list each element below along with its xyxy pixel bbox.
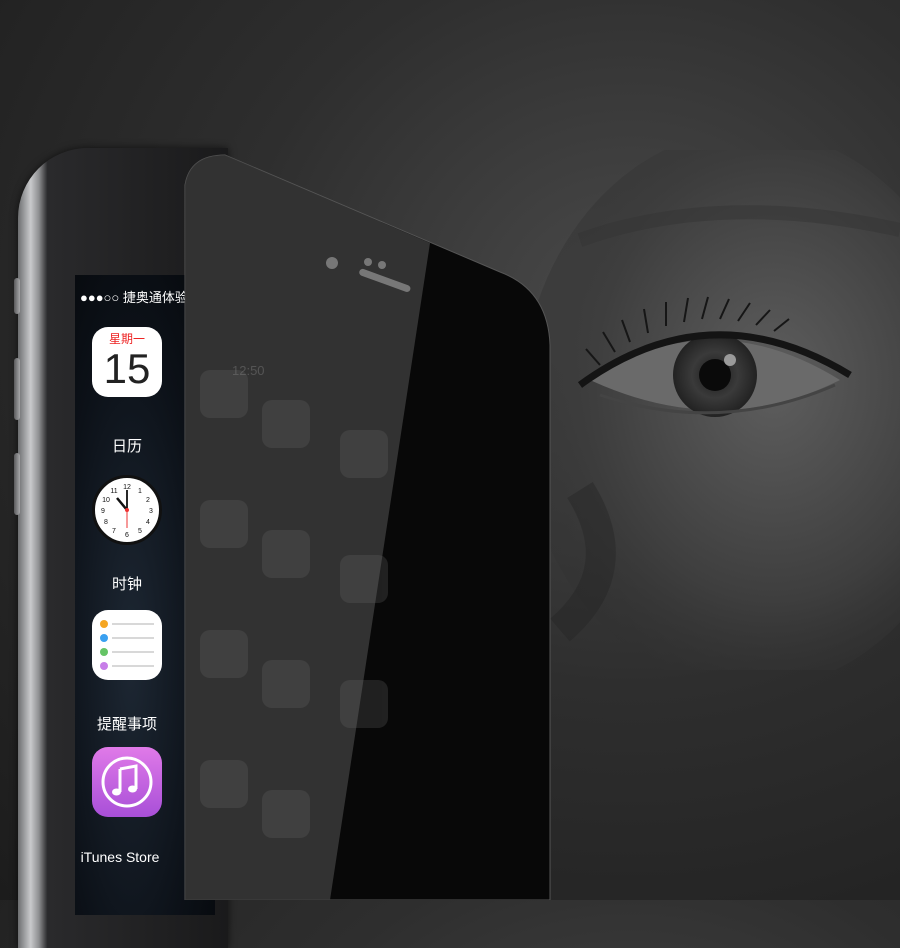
- svg-text:4: 4: [146, 519, 150, 526]
- svg-text:3: 3: [149, 508, 153, 515]
- svg-text:6: 6: [125, 532, 129, 539]
- carrier-name: 捷奥通体验: [122, 290, 188, 305]
- reminders-label: 提醒事项: [96, 716, 157, 733]
- signal-indicator: ●●●○○: [80, 290, 120, 305]
- svg-text:11: 11: [110, 488, 117, 495]
- ghost-time: 12:50: [232, 363, 265, 378]
- face-eye-background: [520, 150, 900, 670]
- svg-text:8: 8: [104, 519, 108, 526]
- home-screen: ●●●○○ 捷奥通体验 星期一 15 日历 12 1 2 3 45 6 78 9 10 11: [75, 275, 215, 915]
- mute-switch: [14, 278, 20, 314]
- sensor-cutout-right: [378, 261, 386, 269]
- clock-label: 时钟: [111, 576, 142, 593]
- svg-text:10: 10: [102, 497, 110, 504]
- volume-up-button: [14, 358, 20, 420]
- calendar-label: 日历: [111, 438, 142, 455]
- reminders-icon[interactable]: [92, 610, 162, 680]
- volume-down-button: [14, 453, 20, 515]
- front-camera-cutout: [326, 257, 338, 269]
- svg-text:1: 1: [138, 488, 142, 495]
- product-scene: ●●●○○ 捷奥通体验 星期一 15 日历 12 1 2 3 45 6 78 9 10 11: [0, 0, 900, 948]
- itunes-label: iTunes Store: [80, 849, 160, 865]
- speaker-cutout: [359, 268, 411, 293]
- itunes-icon[interactable]: [92, 747, 162, 817]
- clock-icon[interactable]: 12 1 2 3 45 6 78 9 10 11: [92, 475, 162, 545]
- svg-text:5: 5: [138, 528, 142, 535]
- svg-text:2: 2: [146, 497, 150, 504]
- svg-text:12: 12: [123, 484, 131, 491]
- calendar-icon[interactable]: 星期一 15: [92, 327, 162, 397]
- sensor-cutout-left: [364, 258, 372, 266]
- svg-text:7: 7: [112, 528, 116, 535]
- status-bar: ●●●○○ 捷奥通体验: [80, 287, 188, 306]
- svg-text:9: 9: [101, 508, 105, 515]
- calendar-date: 15: [103, 345, 151, 392]
